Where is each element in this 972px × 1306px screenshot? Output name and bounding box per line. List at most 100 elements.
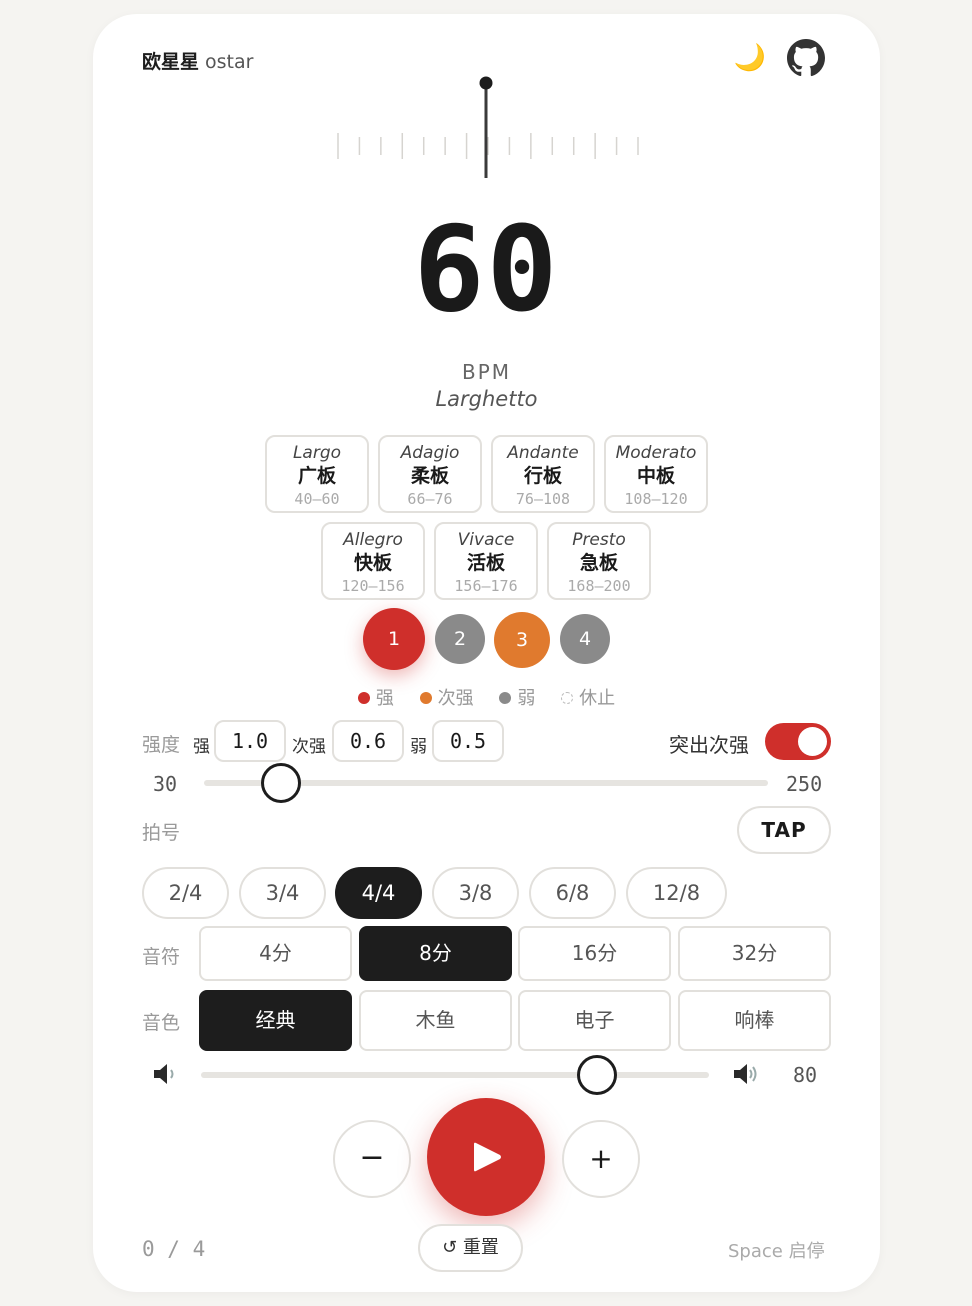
legend-label: 弱 [517, 688, 536, 709]
legend-dot-weak [499, 692, 512, 704]
tempo-range: 76–108 [515, 490, 571, 508]
play-icon [474, 1142, 501, 1172]
bpm-max-label: 250 [786, 772, 823, 796]
reset-button[interactable]: ↺ 重置 [418, 1224, 523, 1272]
bpm-value: 60 [413, 200, 560, 338]
medium-label: 次强 [292, 737, 326, 757]
note-quarter[interactable]: 4分 [199, 926, 352, 981]
time-sig-3-8[interactable]: 3/8 [432, 867, 519, 919]
github-icon[interactable] [787, 39, 825, 77]
sound-electronic[interactable]: 电子 [518, 990, 671, 1051]
tempo-zh: 行板 [523, 465, 562, 487]
tempo-range: 120–156 [341, 577, 405, 595]
tempo-en: Moderato [615, 443, 697, 463]
legend-label: 强 [375, 688, 394, 709]
tempo-zh: 急板 [579, 552, 618, 574]
time-sig-12-8[interactable]: 12/8 [626, 867, 727, 919]
pendulum-needle [479, 76, 493, 178]
toggle-knob [798, 727, 827, 756]
tempo-en: Allegro [343, 530, 403, 550]
increase-bpm-button[interactable]: + [562, 1120, 640, 1198]
tempo-zh: 活板 [466, 552, 505, 574]
sound-woodblock[interactable]: 木鱼 [359, 990, 512, 1051]
tempo-button-vivace[interactable]: Vivace 活板 156–176 [434, 522, 538, 600]
tempo-zh: 快板 [353, 552, 392, 574]
play-button[interactable] [427, 1098, 545, 1216]
sound-clave[interactable]: 响棒 [678, 990, 831, 1051]
legend-rest: 休止 [561, 688, 615, 709]
sound-classic[interactable]: 经典 [199, 990, 352, 1051]
legend-dot-strong [357, 692, 370, 704]
tempo-zh: 中板 [636, 465, 675, 487]
legend-medium: 次强 [419, 688, 474, 709]
beat-counter: 0 / 4 [142, 1237, 206, 1261]
time-sig-6-8[interactable]: 6/8 [529, 867, 616, 919]
brand: 欧星星 ostar [142, 47, 253, 74]
beat-1[interactable]: 1 [363, 608, 425, 670]
note-label: 音符 [142, 946, 181, 968]
brand-name-zh: 欧星星 [142, 51, 200, 73]
tempo-button-andante[interactable]: Andante 行板 76–108 [491, 435, 595, 513]
tempo-button-largo[interactable]: Largo 广板 40–60 [265, 435, 369, 513]
sound-label: 音色 [142, 1012, 181, 1034]
legend-dot-medium [419, 692, 432, 704]
legend-weak: 弱 [499, 688, 535, 709]
beat-3[interactable]: 3 [494, 612, 550, 668]
speaker-low-icon [154, 1064, 174, 1084]
volume-value: 80 [793, 1063, 818, 1087]
legend-strong: 强 [357, 688, 394, 709]
medium-intensity-input[interactable]: 0.6 [332, 720, 404, 762]
tempo-zh: 柔板 [410, 465, 449, 487]
note-sixteenth[interactable]: 16分 [518, 926, 671, 981]
tap-button[interactable]: TAP [737, 806, 831, 854]
speaker-high-icon [734, 1064, 757, 1084]
tempo-en: Adagio [400, 443, 460, 463]
note-eighth[interactable]: 8分 [359, 926, 512, 981]
metronome-card: 欧星星 ostar 🌙 60 BPM Larghetto Largo 广板 40–… [93, 14, 880, 1292]
tempo-en: Andante [507, 443, 579, 463]
shortcut-hint: Space 启停 [728, 1241, 825, 1262]
beat-legend: 强 次强 弱 休止 [93, 684, 880, 710]
tempo-range: 66–76 [407, 490, 453, 508]
tempo-button-adagio[interactable]: Adagio 柔板 66–76 [378, 435, 482, 513]
volume-slider-track[interactable] [201, 1072, 709, 1078]
volume-slider-thumb[interactable] [577, 1055, 618, 1095]
note-thirtysecond[interactable]: 32分 [678, 926, 831, 981]
time-sig-3-4[interactable]: 3/4 [239, 867, 326, 919]
beat-2[interactable]: 2 [435, 614, 485, 664]
time-sig-2-4[interactable]: 2/4 [142, 867, 229, 919]
reset-label: 重置 [462, 1237, 499, 1258]
tempo-en: Presto [572, 530, 626, 550]
tempo-en: Vivace [457, 530, 515, 550]
tempo-range: 40–60 [294, 490, 340, 508]
bpm-min-label: 30 [153, 772, 178, 796]
brand-name-en: ostar [205, 51, 254, 73]
tempo-name: Larghetto [435, 387, 538, 411]
reset-icon: ↺ [442, 1237, 458, 1258]
tempo-range: 168–200 [567, 577, 631, 595]
legend-label: 休止 [579, 688, 616, 709]
tempo-zh: 广板 [297, 465, 336, 487]
legend-dot-rest [561, 692, 574, 704]
moon-icon[interactable]: 🌙 [733, 41, 767, 75]
tempo-button-presto[interactable]: Presto 急板 168–200 [547, 522, 651, 600]
time-sig-4-4[interactable]: 4/4 [335, 867, 422, 919]
beat-4[interactable]: 4 [560, 614, 610, 664]
time-signature-label: 拍号 [142, 822, 181, 844]
tempo-button-moderato[interactable]: Moderato 中板 108–120 [604, 435, 708, 513]
accent-toggle-label: 突出次强 [669, 733, 749, 757]
legend-label: 次强 [437, 688, 474, 709]
tempo-button-allegro[interactable]: Allegro 快板 120–156 [321, 522, 425, 600]
decrease-bpm-button[interactable]: − [333, 1120, 411, 1198]
weak-label: 弱 [410, 737, 427, 757]
strong-label: 强 [193, 737, 210, 757]
bpm-slider-thumb[interactable] [260, 763, 301, 803]
bpm-unit: BPM [461, 360, 512, 384]
tempo-range: 108–120 [624, 490, 688, 508]
strong-intensity-input[interactable]: 1.0 [214, 720, 286, 762]
tempo-en: Largo [292, 443, 342, 463]
accent-toggle[interactable] [765, 723, 831, 760]
intensity-label: 强度 [142, 734, 181, 756]
weak-intensity-input[interactable]: 0.5 [432, 720, 504, 762]
tempo-range: 156–176 [454, 577, 518, 595]
